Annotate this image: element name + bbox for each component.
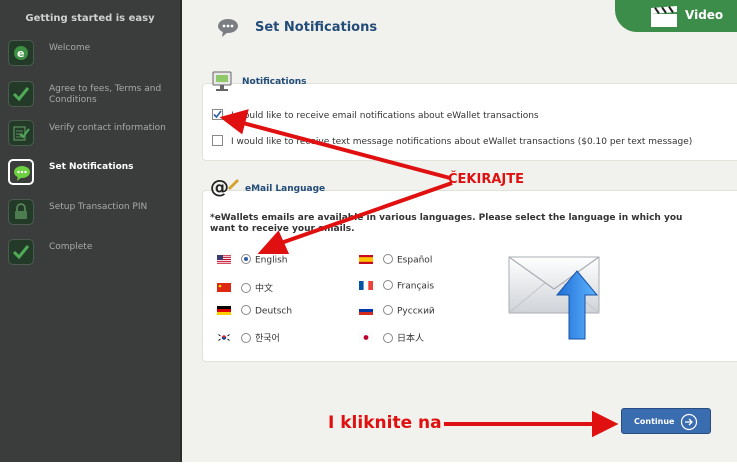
annotation-click-label: I kliknite na — [328, 413, 442, 433]
annotation-arrows — [219, 109, 619, 438]
app-window: Getting started is easy e Welcome Agree … — [0, 0, 737, 465]
annotation-check-label: ČEKIRAJTE — [448, 172, 524, 187]
